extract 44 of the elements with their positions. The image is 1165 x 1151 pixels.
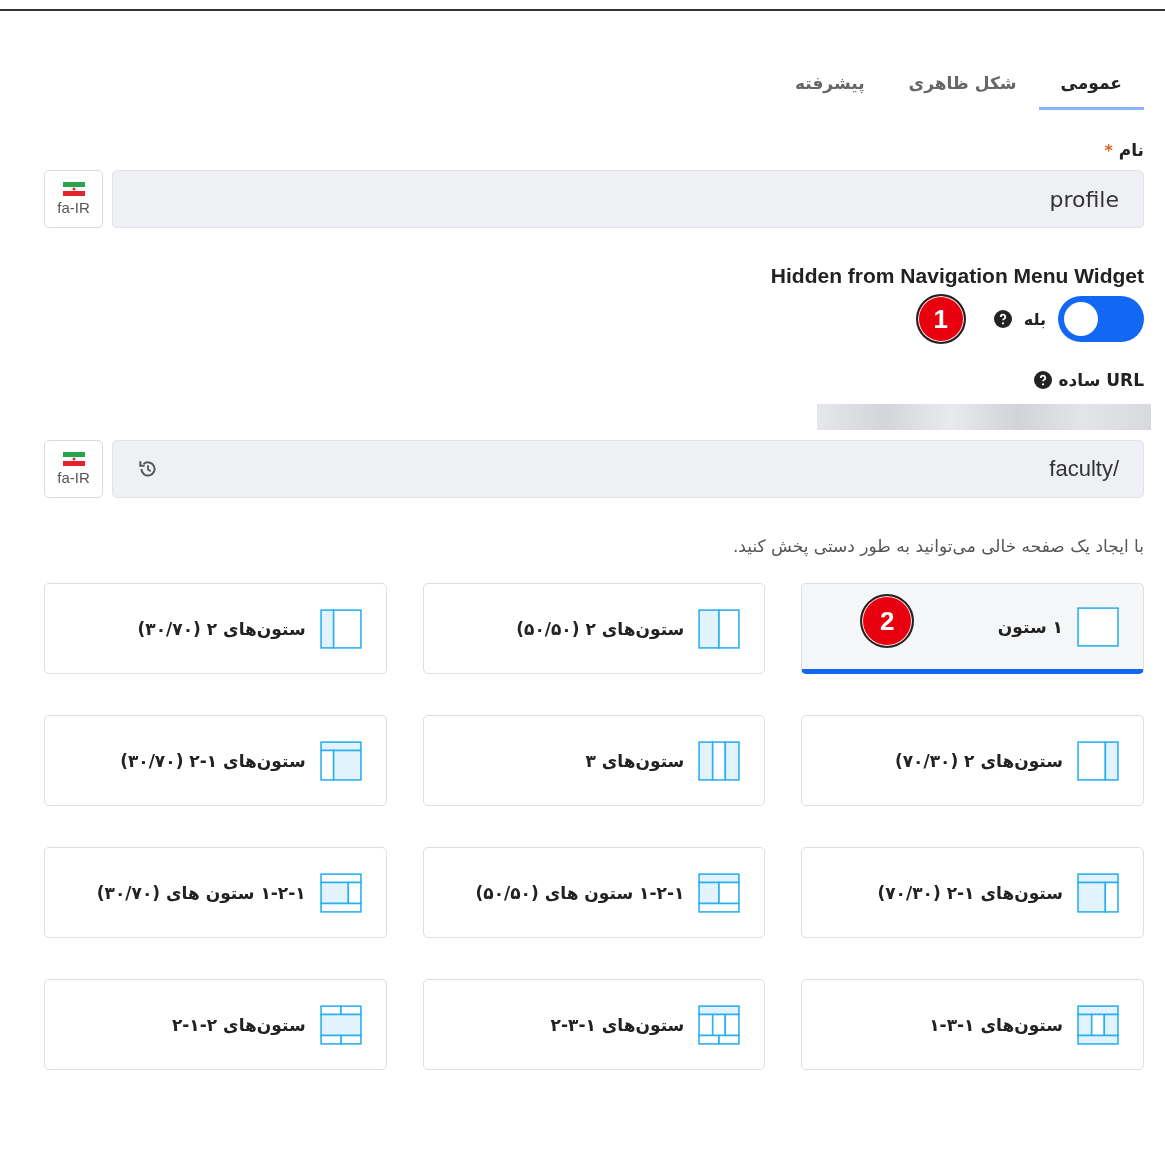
layout-option[interactable]: ستون‌های ۱-۲ (۳۰/۷۰) (44, 715, 387, 806)
toggle-switch[interactable] (1058, 296, 1144, 342)
layout-option[interactable]: ستون‌های ۱-۳-۲ (422, 979, 766, 1070)
number-badge: 1 (915, 294, 966, 344)
layout-option[interactable]: ۱-۲-۱ ستون های (۵۰/۵۰) (422, 847, 766, 938)
layout-icon (319, 872, 362, 913)
required-mark: * (1104, 140, 1113, 160)
tab[interactable]: عمومی (1038, 63, 1144, 110)
layout-icon (1077, 1004, 1119, 1045)
help-icon[interactable] (1034, 371, 1053, 389)
layout-icon (319, 1004, 362, 1045)
field-label: نام (1118, 140, 1144, 160)
layout-icon (1077, 872, 1119, 913)
layout-option[interactable]: ستون‌های ۲ (۵۰/۵۰) (422, 583, 766, 674)
locale-button[interactable]: fa-IR (44, 440, 103, 498)
toggle-label: بله (1023, 309, 1046, 329)
layout-icon (319, 740, 362, 781)
url-field[interactable]: faculty/ (112, 440, 1144, 498)
layout-option[interactable]: ستون‌های ۲-۱-۲ (44, 979, 387, 1070)
flag-icon (62, 452, 85, 466)
layout-icon (698, 1004, 741, 1045)
name-field[interactable]: profile (112, 170, 1144, 228)
field-label: URL ساده (1058, 370, 1144, 390)
layout-icon (698, 608, 741, 649)
layout-option[interactable]: ستون‌های ۲ (۳۰/۷۰) (44, 583, 387, 674)
flag-icon (62, 182, 85, 196)
layout-option[interactable]: ستون‌های ۳ (422, 715, 766, 806)
layout-option[interactable]: ستون‌های ۱-۳-۱ (801, 979, 1144, 1070)
help-icon[interactable] (993, 310, 1012, 328)
history-icon[interactable] (137, 458, 159, 480)
layout-icon (319, 608, 362, 649)
layout-option[interactable]: ستون‌های ۲ (۷۰/۳۰) (801, 715, 1144, 806)
layout-icon (698, 872, 741, 913)
layout-icon (1077, 740, 1119, 781)
layout-icon (1077, 606, 1119, 647)
tab[interactable]: شکل ظاهری (886, 63, 1039, 110)
hint-text: با ایجاد یک صفحه خالی می‌توانید به طور دستی پخش کنید. (731, 536, 1144, 556)
layout-icon (698, 740, 741, 781)
field-label: Hidden from Navigation Menu Widget (769, 264, 1144, 288)
layout-option[interactable]: ستون‌های ۱-۲ (۷۰/۳۰) (801, 847, 1144, 938)
locale-button[interactable]: fa-IR (44, 170, 103, 228)
number-badge: 2 (860, 594, 915, 648)
layout-option[interactable]: ۱-۲-۱ ستون های (۳۰/۷۰) (44, 847, 387, 938)
tab[interactable]: پیشرفته (772, 63, 887, 110)
